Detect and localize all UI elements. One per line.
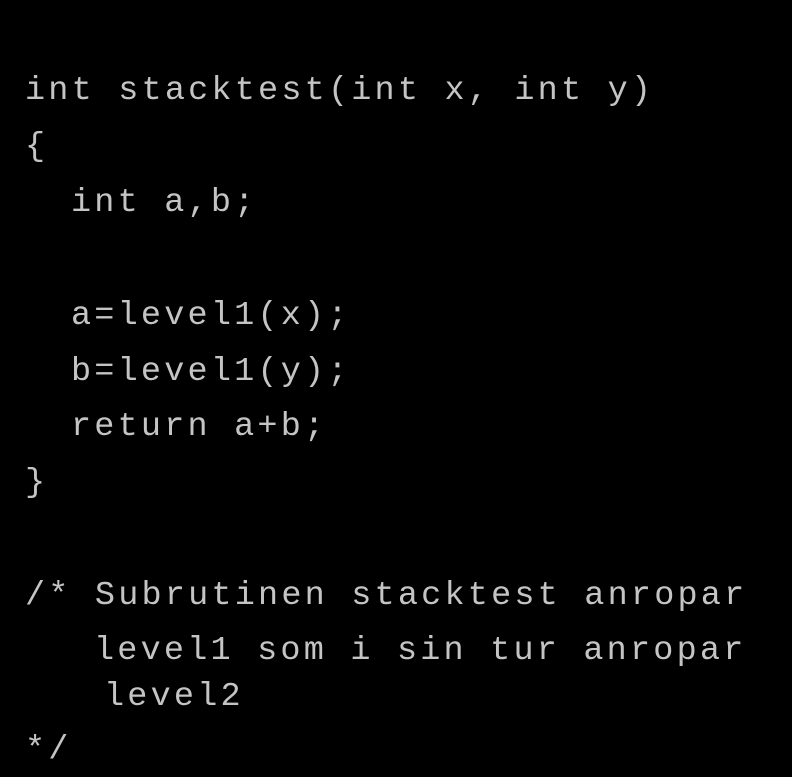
code-line-open-brace: { bbox=[25, 128, 49, 166]
comment-close: */ bbox=[25, 731, 72, 769]
code-line-assign-a: a=level1(x); bbox=[71, 297, 351, 335]
comment-line-2: level1 som i sin tur anropar bbox=[94, 632, 747, 670]
code-line-signature: int stacktest(int x, int y) bbox=[25, 72, 655, 110]
code-line-declaration: int a,b; bbox=[71, 184, 258, 222]
code-line-close-brace: } bbox=[25, 464, 49, 502]
comment-line-3: level2 bbox=[104, 678, 244, 716]
comment-line-1: /* Subrutinen stacktest anropar bbox=[25, 577, 748, 615]
code-line-return: return a+b; bbox=[71, 408, 328, 446]
code-listing: int stacktest(int x, int y) { int a,b; a… bbox=[0, 0, 792, 777]
code-line-assign-b: b=level1(y); bbox=[71, 353, 351, 391]
